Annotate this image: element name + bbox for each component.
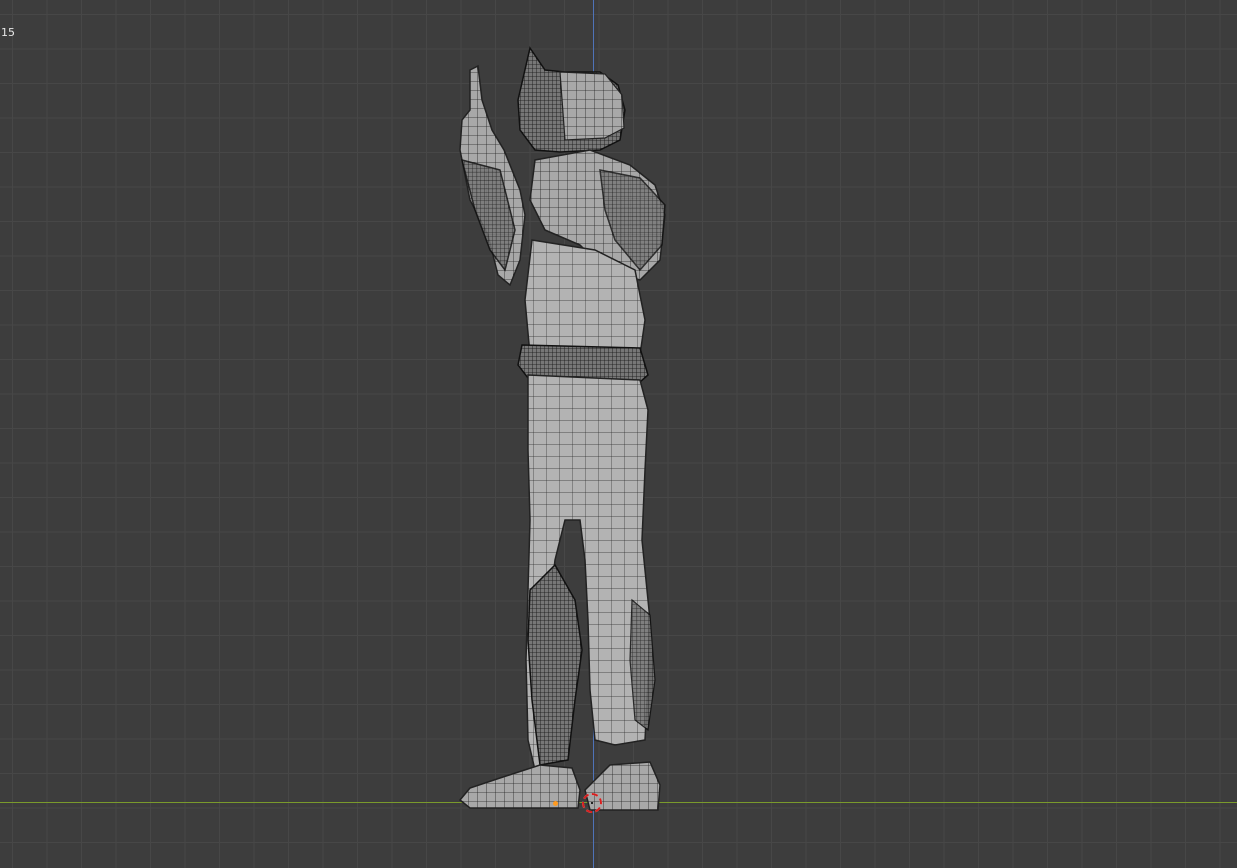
3d-cursor-icon[interactable] [582,793,602,813]
3d-viewport[interactable]: 15 [0,0,1237,868]
frame-label: 15 [1,26,15,39]
character-mesh-icon[interactable] [0,0,1237,868]
origin-point-icon[interactable] [553,801,558,806]
